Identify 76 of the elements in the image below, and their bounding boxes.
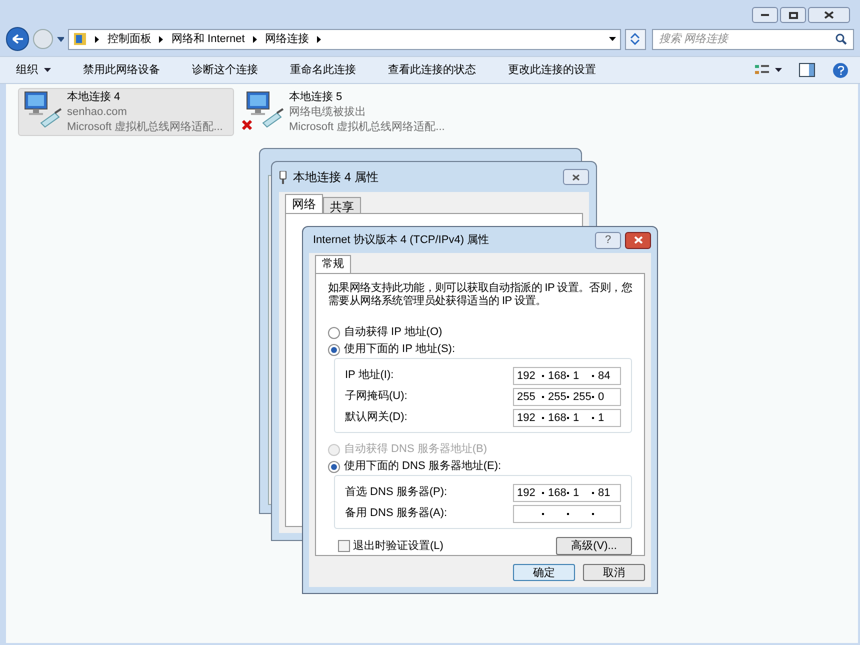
control-panel-icon <box>73 32 88 46</box>
radio-label: 使用下面的 DNS 服务器地址(E): <box>344 459 502 474</box>
connection-name: 本地连接 5 <box>289 90 344 105</box>
dropdown-arrow-icon <box>44 68 51 72</box>
breadcrumb-item[interactable]: 网络连接 <box>264 30 309 48</box>
maximize-button[interactable] <box>780 7 806 23</box>
search-field[interactable]: 搜索 网络连接 <box>659 30 835 48</box>
disconnected-network-icon <box>241 89 285 131</box>
field-label: 备用 DNS 服务器(A): <box>345 506 448 522</box>
radio-label: 自动获得 DNS 服务器地址(B) <box>344 442 487 458</box>
field-label: 子网掩码(U): <box>345 389 408 404</box>
radio-label: 使用下面的 IP 地址(S): <box>344 342 456 358</box>
toolbar-button[interactable]: 重命名此连接 <box>286 59 360 81</box>
close-icon <box>824 11 834 19</box>
dropdown-arrow-icon <box>56 36 64 42</box>
connection-status: senhao.com <box>67 105 128 120</box>
help-button[interactable]: ? <box>595 232 621 248</box>
connection-name: 本地连接 4 <box>67 90 122 105</box>
help-icon <box>838 66 844 74</box>
tab[interactable]: 共享 <box>323 197 361 213</box>
window-title: 本地连接 4 属性 <box>293 169 380 186</box>
checkbox[interactable] <box>338 540 350 552</box>
cancel-button[interactable]: 取消 <box>583 564 645 581</box>
close-button[interactable] <box>625 232 651 248</box>
ip-address-field[interactable]: 192 168 1 84 <box>513 366 621 384</box>
minimize-button[interactable] <box>752 7 778 23</box>
field-label: 默认网关(D): <box>345 410 408 426</box>
ip-address-field[interactable]: 255 255 255 0 <box>513 388 621 406</box>
tab[interactable]: 网络 <box>285 194 323 213</box>
refresh-button[interactable] <box>624 28 646 50</box>
close-button[interactable] <box>808 7 850 23</box>
connection-status: 网络电缆被拔出 <box>289 105 367 120</box>
tab[interactable]: 常规 <box>315 255 351 273</box>
chevron-icon <box>252 36 257 42</box>
chevron-icon <box>316 36 321 42</box>
toolbar-button[interactable]: 禁用此网络设备 <box>79 59 164 81</box>
view-list-icon <box>754 64 768 76</box>
toolbar-button[interactable]: 组织 <box>12 59 55 81</box>
back-button[interactable] <box>6 27 30 51</box>
network-plug-icon <box>279 170 287 184</box>
ip-address-field[interactable]: 192 168 1 81 <box>513 484 621 502</box>
toolbar-button[interactable]: 查看此连接的状态 <box>384 59 480 81</box>
advanced-button[interactable]: 高级(V)... <box>556 537 632 555</box>
ok-button[interactable]: 确定 <box>513 564 575 581</box>
back-arrow-icon <box>12 34 24 44</box>
chevron-icon <box>159 36 164 42</box>
adapter-name: Microsoft 虚拟机总线网络适配... <box>289 120 445 135</box>
search-icon <box>835 33 847 45</box>
toolbar-button[interactable]: 诊断这个连接 <box>188 59 262 81</box>
close-button[interactable] <box>563 169 589 185</box>
address-bar[interactable]: 控制面板 网络和 Internet 网络连接 <box>68 28 621 50</box>
dropdown-arrow-icon <box>608 37 616 41</box>
help-button[interactable] <box>833 62 848 78</box>
ip-address-field[interactable] <box>513 504 621 522</box>
ip-address-field[interactable]: 192 168 1 1 <box>513 408 621 426</box>
connection-item[interactable]: 本地连接 5 网络电缆被拔出 Microsoft 虚拟机总线网络适配... <box>240 88 456 136</box>
description-text: 如果网络支持此功能，则可以获取自动指派的 IP 设置。否则，您需要从网络系统管理员处获得适当的 IP 设置。 <box>328 282 634 308</box>
radio-button[interactable] <box>328 460 340 472</box>
radio-button[interactable] <box>328 326 340 338</box>
field-label: IP 地址(I): <box>345 368 394 384</box>
chevron-icon <box>95 36 100 42</box>
radio-label: 自动获得 IP 地址(O) <box>344 325 442 340</box>
breadcrumb-item[interactable]: 网络和 Internet <box>171 30 245 48</box>
toolbar-button[interactable]: 更改此连接的设置 <box>504 59 600 81</box>
checkbox-label: 退出时验证设置(L) <box>353 538 444 554</box>
search-box[interactable]: 搜索 网络连接 <box>652 28 854 50</box>
close-icon <box>572 174 580 180</box>
adapter-name: Microsoft 虚拟机总线网络适配... <box>67 120 223 135</box>
breadcrumb-item[interactable]: 控制面板 <box>107 30 152 48</box>
close-icon <box>634 236 642 244</box>
connection-item[interactable]: 本地连接 4 senhao.com Microsoft 虚拟机总线网络适配... <box>18 88 234 136</box>
radio-button[interactable] <box>328 344 340 356</box>
dropdown-arrow-icon <box>774 68 782 72</box>
preview-pane-button[interactable] <box>799 63 815 77</box>
dialog-title: Internet 协议版本 4 (TCP/IPv4) 属性 <box>313 232 490 248</box>
field-label: 首选 DNS 服务器(P): <box>345 485 448 500</box>
